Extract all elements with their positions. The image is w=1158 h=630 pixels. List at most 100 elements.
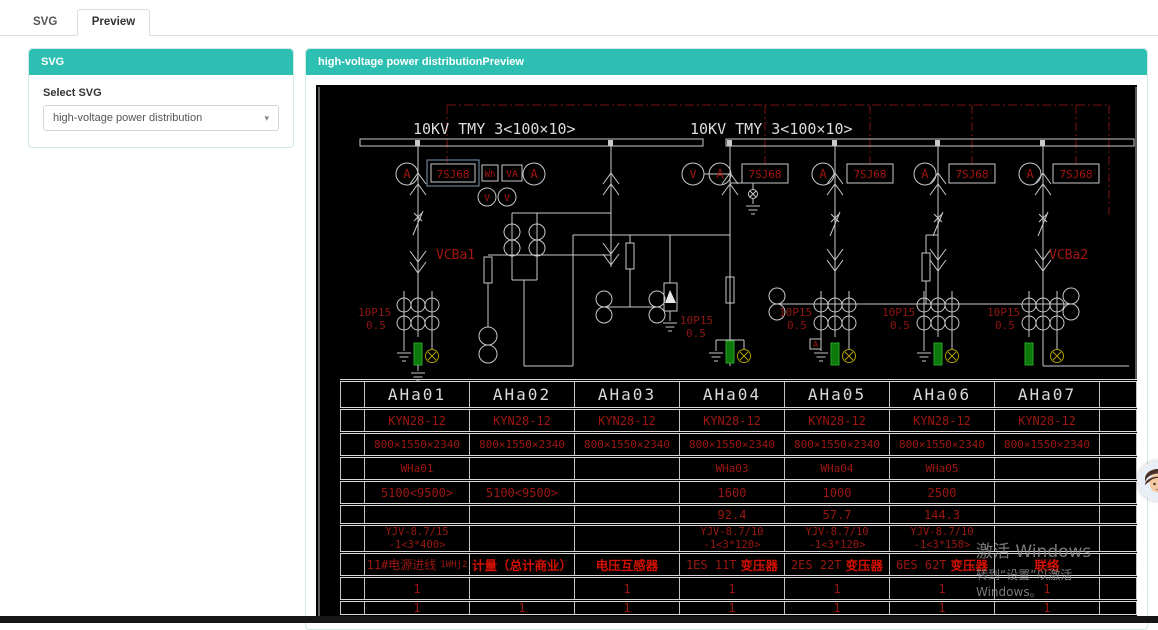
- table-row: 5100<9500>5100<9500> 160010002500: [340, 479, 1137, 503]
- table-header-cell: [1100, 382, 1137, 407]
- table-cell: 1: [680, 578, 785, 599]
- table-cell: 1: [995, 602, 1100, 614]
- table-cell: 1: [365, 602, 470, 614]
- svg-text:A: A: [813, 340, 818, 349]
- table-cell: KYN28-12: [995, 410, 1100, 431]
- table-cell: 5100<9500>: [470, 482, 575, 503]
- table-cell: KYN28-12: [575, 410, 680, 431]
- table-cell: 800×1550×2340: [575, 434, 680, 455]
- table-cell: KYN28-12: [890, 410, 995, 431]
- svg-text:A: A: [1026, 167, 1034, 181]
- table-cell: 1: [470, 602, 575, 614]
- relay-label: 7SJ68: [1059, 168, 1092, 181]
- table-cell: [995, 458, 1100, 479]
- table-cell: WHa05: [890, 458, 995, 479]
- table-row: 800×1550×2340800×1550×2340800×1550×23408…: [340, 431, 1137, 455]
- table-cell: WHa01: [365, 458, 470, 479]
- table-cell: [340, 578, 365, 599]
- svg-text:0.5: 0.5: [366, 319, 386, 332]
- table-cell: [1100, 482, 1137, 503]
- table-cell: 1: [575, 602, 680, 614]
- table-cell: [470, 578, 575, 599]
- relay-label: 7SJ68: [853, 168, 886, 181]
- svg-text:0.5: 0.5: [686, 327, 706, 340]
- windows-activation-watermark: 激活 Windows 转到“设置”以激活 Windows。: [976, 537, 1137, 600]
- table-cell: 800×1550×2340: [890, 434, 995, 455]
- svg-text:A: A: [403, 167, 411, 181]
- preview-panel: high-voltage power distributionPreview: [305, 48, 1148, 630]
- svg-text:10P15: 10P15: [358, 306, 391, 319]
- panel-title: SVG: [29, 49, 293, 75]
- table-header-cell: AHa02: [470, 382, 575, 407]
- table-header-cell: AHa07: [995, 382, 1100, 407]
- tab-bar: SVG Preview: [0, 0, 1158, 36]
- table-cell: [340, 526, 365, 551]
- svg-text:V: V: [504, 193, 510, 204]
- table-cell: [470, 526, 575, 551]
- table-cell: YJV-8.7/10 -1<3*120>: [680, 526, 785, 551]
- table-cell: [340, 410, 365, 431]
- relay-label: 7SJ68: [955, 168, 988, 181]
- breaker-label: VCBa2: [1049, 248, 1088, 263]
- table-cell: [1100, 506, 1137, 523]
- table-cell: KYN28-12: [785, 410, 890, 431]
- table-row: 92.457.7144.3: [340, 503, 1137, 523]
- svg-text:0.5: 0.5: [890, 319, 910, 332]
- table-cell: 2500: [890, 482, 995, 503]
- table-cell: [1100, 410, 1137, 431]
- table-cell: [1100, 458, 1137, 479]
- table-cell: 1600: [680, 482, 785, 503]
- table-cell: 5100<9500>: [365, 482, 470, 503]
- table-cell: [575, 458, 680, 479]
- svg-text:A: A: [921, 167, 929, 181]
- table-cell: [575, 506, 680, 523]
- table-header-row: AHa01AHa02AHa03AHa04AHa05AHa06AHa07: [340, 379, 1137, 407]
- tab-preview[interactable]: Preview: [77, 9, 150, 36]
- table-cell: [340, 506, 365, 523]
- table-cell: [340, 482, 365, 503]
- table-cell: 800×1550×2340: [785, 434, 890, 455]
- table-cell: [470, 506, 575, 523]
- table-cell: 计量（总计商业）: [470, 554, 575, 575]
- table-cell: YJV-8.7/15 -1<3*400>: [365, 526, 470, 551]
- watermark-line2: 转到“设置”以激活 Windows。: [976, 566, 1137, 600]
- breaker-label: VCBa1: [436, 248, 475, 263]
- table-cell: [340, 458, 365, 479]
- table-cell: 1ES 11T变压器: [680, 554, 785, 575]
- svg-drawing-area: 10KV TMY 3<100×10> 10KV TMY 3<100×10> A …: [316, 85, 1137, 619]
- table-cell: 800×1550×2340: [995, 434, 1100, 455]
- table-cell: WHa03: [680, 458, 785, 479]
- svg-text:10P15: 10P15: [882, 306, 915, 319]
- table-cell: 11#电源进线1WHj2: [365, 554, 470, 575]
- table-cell: [1100, 602, 1137, 614]
- table-header-cell: AHa05: [785, 382, 890, 407]
- table-header-cell: AHa03: [575, 382, 680, 407]
- busbar-1-label: 10KV TMY 3<100×10>: [413, 120, 576, 138]
- table-cell: 800×1550×2340: [365, 434, 470, 455]
- busbar-1: [360, 139, 703, 146]
- bottom-bar: [0, 616, 1158, 623]
- tab-svg[interactable]: SVG: [18, 9, 72, 36]
- table-cell: [575, 526, 680, 551]
- svg-select-panel: SVG Select SVG high-voltage power distri…: [28, 48, 294, 148]
- selected-option: high-voltage power distribution: [53, 112, 202, 124]
- table-cell: KYN28-12: [365, 410, 470, 431]
- svg-text:V: V: [484, 193, 490, 204]
- table-cell: 144.3: [890, 506, 995, 523]
- select-svg-label: Select SVG: [43, 87, 279, 99]
- table-cell: 1000: [785, 482, 890, 503]
- circuit-lines: [360, 139, 1134, 381]
- table-cell: 2ES 22T变压器: [785, 554, 890, 575]
- relay-label: 7SJ68: [436, 168, 469, 181]
- watermark-line1: 激活 Windows: [976, 537, 1137, 562]
- svg-text:0.5: 0.5: [787, 319, 807, 332]
- table-cell: KYN28-12: [680, 410, 785, 431]
- table-cell: [575, 482, 680, 503]
- preview-title: high-voltage power distributionPreview: [306, 49, 1147, 75]
- table-cell: 电压互感器: [575, 554, 680, 575]
- table-cell: 1: [785, 578, 890, 599]
- svg-select-dropdown[interactable]: high-voltage power distribution ▾: [43, 105, 279, 131]
- svg-text:10P15: 10P15: [779, 306, 812, 319]
- busbar-2: [726, 139, 1134, 146]
- table-cell: KYN28-12: [470, 410, 575, 431]
